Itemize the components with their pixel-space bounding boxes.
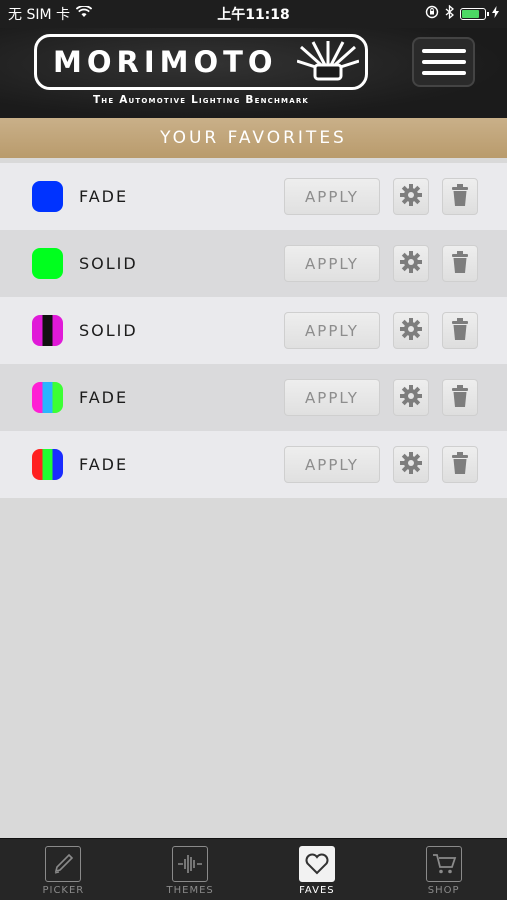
mode-label: SOLID [79, 254, 138, 273]
tab-label: PICKER [42, 885, 85, 896]
favorites-list: FADE APPLY SOLID APPLY SOLID APPLY FADE … [0, 163, 507, 498]
settings-button[interactable] [393, 446, 429, 483]
color-swatch [32, 248, 63, 279]
mode-label: FADE [79, 187, 129, 206]
settings-button[interactable] [393, 312, 429, 349]
apply-button[interactable]: APPLY [284, 178, 380, 215]
delete-button[interactable] [442, 446, 478, 483]
page-title: YOUR FAVORITES [160, 128, 347, 148]
tab-bar: PICKER THEMES FAVES SHOP [0, 838, 507, 900]
waveform-icon [172, 846, 209, 882]
charging-icon [492, 6, 499, 22]
mode-label: SOLID [79, 321, 138, 340]
sunburst-icon [297, 41, 359, 81]
favorite-row: SOLID APPLY [0, 297, 507, 364]
page-title-banner: YOUR FAVORITES [0, 118, 507, 158]
color-swatch [32, 382, 63, 413]
morimoto-logo: MORIMOTO [34, 34, 368, 90]
gear-icon [399, 317, 423, 345]
delete-button[interactable] [442, 245, 478, 282]
tagline: The Automotive Lighting Benchmark [92, 94, 310, 106]
orientation-lock-icon [425, 5, 439, 23]
color-swatch [32, 315, 63, 346]
mode-label: FADE [79, 388, 129, 407]
trash-icon [450, 384, 470, 412]
apply-button[interactable]: APPLY [284, 312, 380, 349]
delete-button[interactable] [442, 312, 478, 349]
menu-line [421, 49, 466, 53]
gear-icon [399, 451, 423, 479]
settings-button[interactable] [393, 178, 429, 215]
menu-button[interactable] [412, 37, 475, 87]
tab-label: FAVES [299, 885, 335, 896]
color-swatch [32, 181, 63, 212]
gear-icon [399, 183, 423, 211]
status-bar: 无 SIM 卡 上午11:18 [0, 0, 507, 28]
heart-icon [298, 846, 335, 882]
favorite-row: FADE APPLY [0, 163, 507, 230]
apply-button[interactable]: APPLY [284, 446, 380, 483]
mode-label: FADE [79, 455, 129, 474]
battery-icon [460, 8, 489, 20]
tab-shop[interactable]: SHOP [380, 839, 507, 900]
gear-icon [399, 250, 423, 278]
trash-icon [450, 250, 470, 278]
app-header: MORIMOTO The Automotive Lighting Benchma… [0, 28, 507, 118]
tab-themes[interactable]: THEMES [127, 839, 254, 900]
trash-icon [450, 451, 470, 479]
settings-button[interactable] [393, 379, 429, 416]
favorite-row: SOLID APPLY [0, 230, 507, 297]
bluetooth-icon [445, 4, 454, 23]
cart-icon [425, 846, 462, 882]
tab-picker[interactable]: PICKER [0, 839, 127, 900]
apply-button[interactable]: APPLY [284, 379, 380, 416]
pencil-icon [45, 846, 82, 882]
menu-line [421, 71, 466, 75]
tab-label: THEMES [166, 885, 214, 896]
tab-faves[interactable]: FAVES [254, 839, 381, 900]
logo-text: MORIMOTO [53, 45, 278, 79]
carrier-label: 无 SIM 卡 [8, 7, 70, 23]
favorite-row: FADE APPLY [0, 431, 507, 498]
trash-icon [450, 317, 470, 345]
settings-button[interactable] [393, 245, 429, 282]
delete-button[interactable] [442, 178, 478, 215]
gear-icon [399, 384, 423, 412]
apply-button[interactable]: APPLY [284, 245, 380, 282]
menu-line [421, 60, 466, 64]
wifi-icon [75, 5, 93, 22]
delete-button[interactable] [442, 379, 478, 416]
tab-label: SHOP [427, 885, 460, 896]
color-swatch [32, 449, 63, 480]
favorite-row: FADE APPLY [0, 364, 507, 431]
trash-icon [450, 183, 470, 211]
